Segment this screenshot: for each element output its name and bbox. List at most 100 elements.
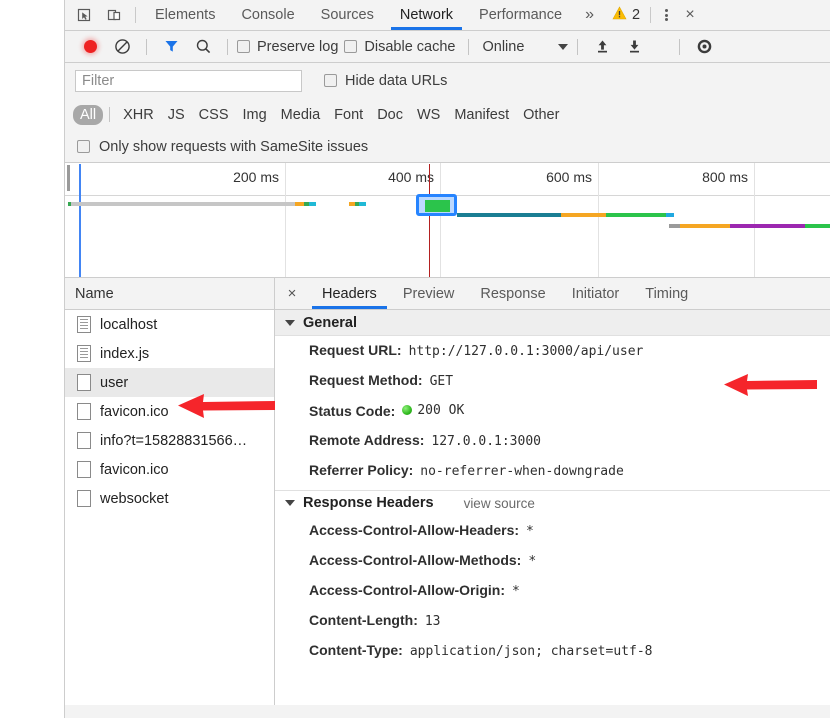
tab-headers[interactable]: Headers — [309, 278, 390, 309]
filter-input[interactable] — [75, 70, 302, 92]
hide-data-urls-checkbox[interactable]: Hide data URLs — [324, 73, 447, 89]
hide-data-urls-label: Hide data URLs — [345, 73, 447, 89]
tab-timing[interactable]: Timing — [632, 278, 701, 309]
tab-network[interactable]: Network — [387, 0, 466, 30]
tab-elements[interactable]: Elements — [142, 0, 228, 30]
gear-icon[interactable] — [689, 34, 719, 60]
chip-all[interactable]: All — [73, 105, 103, 125]
warning-triangle-icon — [612, 6, 627, 25]
network-overview-timeline[interactable]: 200 ms 400 ms 600 ms 800 ms 1000 ms — [65, 163, 830, 278]
header-key: Status Code: — [309, 402, 395, 421]
chip-img[interactable]: Img — [236, 105, 274, 125]
header-key: Referrer Policy: — [309, 461, 413, 480]
toolbar-divider — [135, 7, 136, 23]
tab-sources[interactable]: Sources — [308, 0, 387, 30]
detail-close-icon[interactable]: × — [275, 278, 309, 309]
chip-font[interactable]: Font — [327, 105, 370, 125]
search-icon[interactable] — [188, 34, 218, 60]
timeline-left-handle[interactable] — [67, 165, 70, 191]
waterfall-segment — [245, 202, 295, 206]
view-source-link[interactable]: view source — [464, 496, 535, 511]
warning-indicator[interactable]: 2 — [604, 0, 648, 30]
chip-xhr-label: XHR — [123, 107, 154, 123]
timeline-cursor-marker — [429, 164, 430, 277]
waterfall-segment — [295, 202, 304, 206]
response-header-row: Access-Control-Allow-Origin: * — [275, 576, 830, 606]
inspect-element-icon[interactable] — [69, 0, 99, 30]
preserve-log-checkbox[interactable]: Preserve log — [237, 39, 338, 55]
tab-initiator[interactable]: Initiator — [559, 278, 633, 309]
waterfall-segment — [805, 224, 830, 228]
close-icon[interactable]: × — [679, 0, 701, 30]
record-button-icon[interactable] — [75, 34, 105, 60]
request-row-websocket[interactable]: websocket — [65, 484, 274, 513]
generic-file-icon — [77, 461, 91, 478]
chip-ws[interactable]: WS — [410, 105, 447, 125]
request-list-header[interactable]: Name — [65, 278, 274, 310]
waterfall-segment — [666, 213, 674, 217]
import-har-icon[interactable] — [587, 34, 617, 60]
chip-font-label: Font — [334, 107, 363, 123]
tab-performance[interactable]: Performance — [466, 0, 575, 30]
export-har-icon[interactable] — [619, 34, 649, 60]
tab-preview[interactable]: Preview — [390, 278, 468, 309]
device-toolbar-icon[interactable] — [99, 0, 129, 30]
chevron-down-icon — [558, 44, 568, 50]
request-row-localhost[interactable]: localhost — [65, 310, 274, 339]
timeline-tick-label: 200 ms — [233, 169, 285, 185]
header-value: * — [528, 552, 536, 571]
filter-funnel-icon[interactable] — [156, 34, 186, 60]
hide-data-urls-box — [324, 74, 337, 87]
header-value: no-referrer-when-downgrade — [420, 462, 624, 481]
chip-xhr[interactable]: XHR — [116, 105, 161, 125]
timeline-tick-label: 400 ms — [388, 169, 440, 185]
disable-cache-checkbox[interactable]: Disable cache — [344, 39, 455, 55]
header-key: Content-Length: — [309, 611, 418, 630]
chip-other[interactable]: Other — [516, 105, 566, 125]
chip-js[interactable]: JS — [161, 105, 192, 125]
header-key: Access-Control-Allow-Methods: — [309, 551, 521, 570]
waterfall-segment — [309, 202, 316, 206]
tab-network-label: Network — [400, 7, 453, 23]
close-label: × — [685, 6, 694, 24]
request-row-favicon-2[interactable]: favicon.ico — [65, 455, 274, 484]
chip-media[interactable]: Media — [274, 105, 328, 125]
throttling-dropdown[interactable]: Online — [482, 39, 568, 55]
tab-console[interactable]: Console — [228, 0, 307, 30]
header-key: Access-Control-Allow-Origin: — [309, 581, 505, 600]
request-row-favicon-1[interactable]: favicon.ico — [65, 397, 274, 426]
chip-css[interactable]: CSS — [192, 105, 236, 125]
response-headers-section-header[interactable]: Response Headers view source — [275, 490, 830, 516]
kebab-menu-icon[interactable] — [653, 0, 679, 30]
more-tabs-button[interactable]: » — [575, 0, 604, 30]
timeline-tick-label: 600 ms — [546, 169, 598, 185]
tab-headers-label: Headers — [322, 286, 377, 302]
chip-manifest[interactable]: Manifest — [447, 105, 516, 125]
detail-close-label: × — [288, 285, 297, 302]
samesite-filter-checkbox[interactable]: Only show requests with SameSite issues — [65, 131, 830, 163]
general-row-referrer-policy: Referrer Policy: no-referrer-when-downgr… — [275, 456, 830, 486]
header-value: GET — [430, 372, 453, 391]
chip-manifest-label: Manifest — [454, 107, 509, 123]
samesite-label: Only show requests with SameSite issues — [99, 139, 368, 155]
chip-doc[interactable]: Doc — [370, 105, 410, 125]
general-row-request-url: Request URL: http://127.0.0.1:3000/api/u… — [275, 336, 830, 366]
toolbar-divider-2 — [650, 7, 651, 23]
devtools-panel: Elements Console Sources Network Perform… — [64, 0, 830, 718]
request-row-info[interactable]: info?t=15828831566… — [65, 426, 274, 455]
dom-content-loaded-marker — [79, 164, 81, 277]
general-row-status-code: Status Code: 200 OK — [275, 396, 830, 426]
clear-icon[interactable] — [107, 34, 137, 60]
disable-cache-label: Disable cache — [364, 39, 455, 55]
request-name: user — [100, 375, 128, 391]
request-row-index-js[interactable]: index.js — [65, 339, 274, 368]
response-header-row: Content-Type: application/json; charset=… — [275, 636, 830, 666]
header-key: Access-Control-Allow-Headers: — [309, 521, 519, 540]
generic-file-icon — [77, 490, 91, 507]
network-lower-panes: Name localhost index.js user favicon.ico… — [65, 278, 830, 705]
action-divider-1 — [146, 39, 147, 55]
chevron-down-icon — [285, 320, 295, 326]
general-section-header[interactable]: General — [275, 310, 830, 336]
request-row-user[interactable]: user — [65, 368, 274, 397]
tab-response[interactable]: Response — [467, 278, 558, 309]
